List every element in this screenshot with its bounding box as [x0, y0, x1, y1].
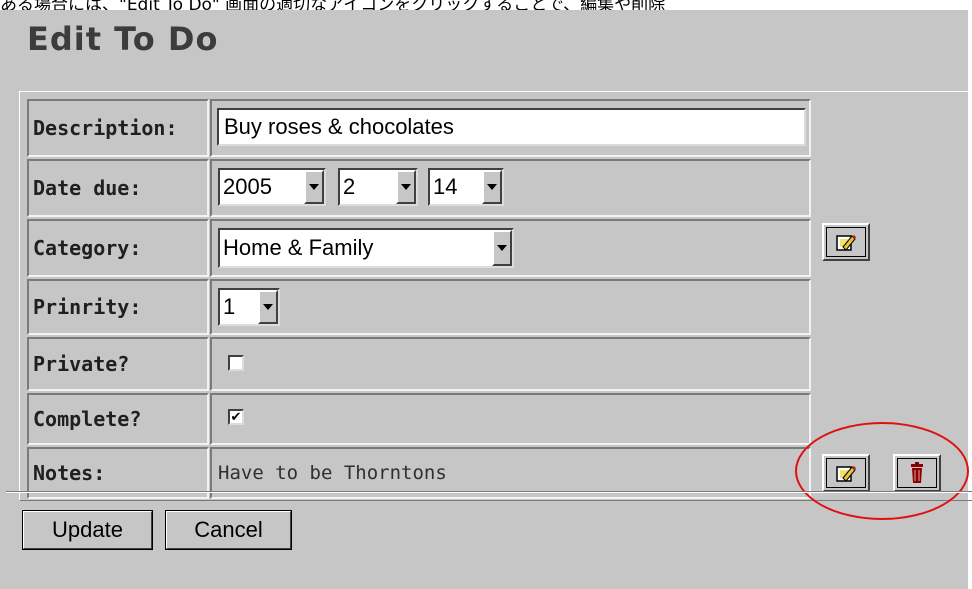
day-value: 14 — [433, 174, 458, 199]
chevron-down-icon[interactable] — [396, 170, 416, 204]
private-value-cell — [210, 337, 811, 391]
category-value: Home & Family — [223, 235, 374, 260]
edit-todo-panel: Edit To Do Description: Buy roses & choc… — [0, 10, 972, 589]
annotation-circle — [795, 422, 969, 520]
priority-value: 1 — [223, 294, 236, 319]
priority-label-cell: Prinrity: — [27, 279, 209, 335]
cropped-heading-text: ある場合には、"Edit To Do" 画面の適切なアイコンをクリックすることで… — [0, 0, 666, 10]
notes-value: Have to be Thorntons — [218, 462, 447, 484]
divider — [6, 491, 972, 493]
category-select[interactable]: Home & Family — [218, 228, 514, 268]
priority-select[interactable]: 1 — [218, 288, 280, 326]
description-input[interactable]: Buy roses & chocolates — [217, 108, 806, 146]
year-select[interactable]: 2005 — [218, 168, 326, 206]
notes-label: Notes: — [33, 461, 106, 485]
description-label: Description: — [33, 116, 178, 140]
chevron-down-icon[interactable] — [492, 230, 512, 266]
chevron-down-icon[interactable] — [258, 290, 278, 324]
category-label-cell: Category: — [27, 219, 209, 277]
edit-category-button[interactable] — [822, 223, 870, 261]
category-label: Category: — [33, 236, 142, 260]
complete-value-cell — [210, 393, 811, 445]
page-title: Edit To Do — [27, 20, 219, 58]
chevron-down-icon[interactable] — [482, 170, 502, 204]
complete-label-cell: Complete? — [27, 393, 209, 445]
cropped-heading-strip: ある場合には、"Edit To Do" 画面の適切なアイコンをクリックすることで… — [0, 0, 972, 10]
edit-icon — [836, 235, 856, 251]
priority-label: Prinrity: — [33, 295, 142, 319]
complete-label: Complete? — [33, 407, 142, 431]
description-label-cell: Description: — [27, 99, 209, 157]
private-checkbox[interactable] — [228, 355, 244, 371]
date-due-label-cell: Date due: — [27, 159, 209, 217]
day-select[interactable]: 14 — [428, 168, 504, 206]
priority-value-cell — [210, 279, 811, 335]
month-value: 2 — [343, 174, 356, 199]
cancel-button[interactable]: Cancel — [165, 510, 292, 550]
private-label: Private? — [33, 352, 130, 376]
date-due-label: Date due: — [33, 176, 142, 200]
private-label-cell: Private? — [27, 337, 209, 391]
complete-checkbox[interactable]: ✔ — [228, 409, 244, 425]
check-icon: ✔ — [230, 409, 242, 425]
year-value: 2005 — [223, 174, 272, 199]
month-select[interactable]: 2 — [338, 168, 418, 206]
update-button[interactable]: Update — [22, 510, 153, 550]
chevron-down-icon[interactable] — [304, 170, 324, 204]
